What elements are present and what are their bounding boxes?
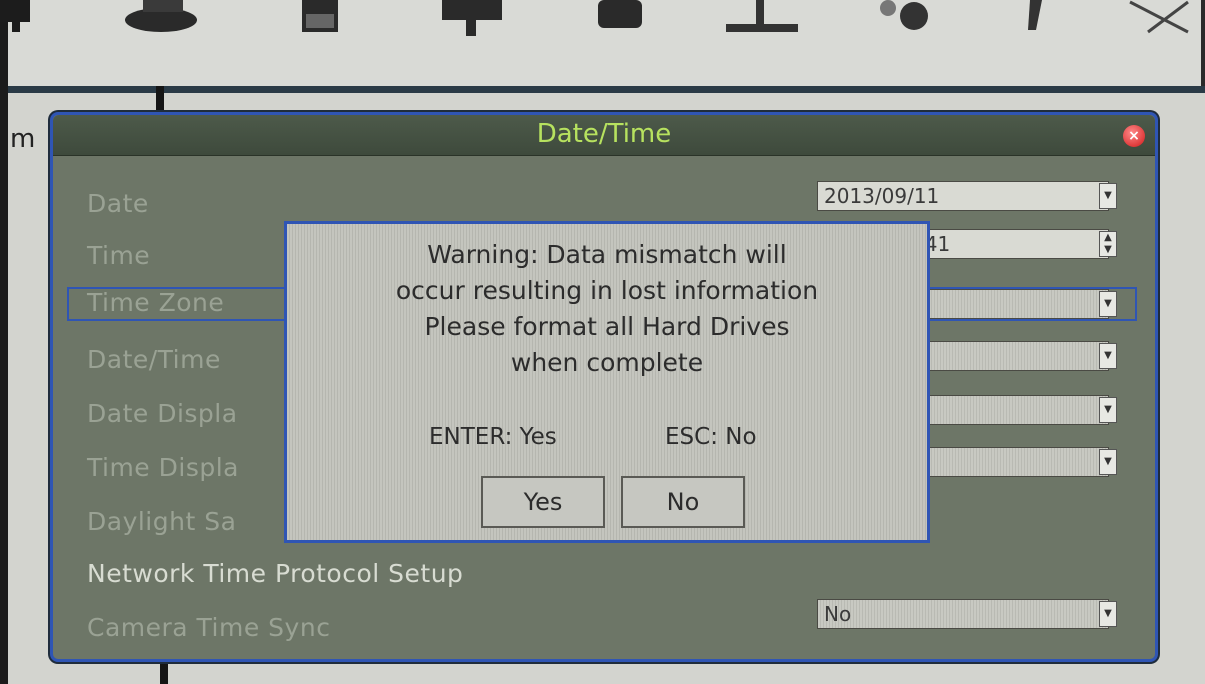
time-spinner[interactable]: ▲ ▼ (1099, 231, 1117, 257)
enter-hint: ENTER: Yes (429, 424, 557, 450)
spinner-up-icon: ▲ (1104, 232, 1112, 243)
warning-line-1: Warning: Data mismatch will (427, 240, 787, 269)
time-label: Time (87, 241, 151, 270)
chevron-down-icon: ▼ (1104, 456, 1112, 467)
chevron-down-icon: ▼ (1104, 298, 1112, 309)
side-menu-label: m (10, 124, 36, 154)
date-dropdown-button[interactable]: ▼ (1099, 183, 1117, 209)
warning-modal: Warning: Data mismatch will occur result… (284, 221, 930, 543)
spinner-down-icon: ▼ (1104, 244, 1112, 255)
devices-icon[interactable] (596, 0, 646, 40)
toolbar-divider (8, 86, 1205, 93)
time-zone-label[interactable]: Time Zone (87, 288, 224, 317)
yes-button[interactable]: Yes (481, 476, 605, 528)
chevron-down-icon: ▼ (1104, 404, 1112, 415)
warning-line-3: Please format all Hard Drives (424, 312, 790, 341)
chevron-down-icon: ▼ (1104, 350, 1112, 361)
no-button[interactable]: No (621, 476, 745, 528)
ntp-setup-link[interactable]: Network Time Protocol Setup (87, 559, 463, 588)
camera-time-sync-value: No (824, 602, 852, 626)
date-display-label[interactable]: Date Displa (87, 399, 238, 428)
gear-icon[interactable] (868, 0, 938, 40)
time-zone-dropdown-button[interactable]: ▼ (1099, 291, 1117, 317)
date-display-dropdown-button[interactable]: ▼ (1099, 397, 1117, 423)
tool-icon[interactable] (1020, 0, 1050, 40)
close-icon: × (1128, 128, 1140, 144)
daylight-saving-label[interactable]: Daylight Sa (87, 507, 236, 536)
display-icon[interactable] (438, 0, 508, 40)
antenna-icon[interactable] (1128, 0, 1205, 40)
time-display-label[interactable]: Time Displa (87, 453, 239, 482)
esc-hint: ESC: No (665, 424, 757, 450)
calendar-icon[interactable] (298, 0, 343, 40)
warning-line-2: occur resulting in lost information (395, 276, 819, 305)
chevron-down-icon: ▼ (1104, 190, 1112, 201)
camera-time-sync-select[interactable]: No (817, 599, 1109, 629)
time-display-dropdown-button[interactable]: ▼ (1099, 449, 1117, 475)
date-value: 2013/09/11 (824, 184, 940, 208)
monitor-icon[interactable] (0, 0, 40, 40)
top-toolbar (0, 0, 1201, 86)
close-button[interactable]: × (1123, 125, 1145, 147)
date-label: Date (87, 189, 149, 218)
warning-line-4: when complete (510, 348, 704, 377)
network-icon[interactable] (722, 0, 802, 40)
date-field[interactable]: 2013/09/11 (817, 181, 1109, 211)
datetime-format-dropdown-button[interactable]: ▼ (1099, 343, 1117, 369)
camera-time-sync-dropdown-button[interactable]: ▼ (1099, 601, 1117, 627)
dialog-titlebar: Date/Time × (53, 115, 1155, 156)
chevron-down-icon: ▼ (1104, 608, 1112, 619)
camera-icon[interactable] (123, 0, 203, 40)
dialog-title: Date/Time (536, 119, 672, 149)
camera-time-sync-label: Camera Time Sync (87, 613, 331, 642)
datetime-format-label[interactable]: Date/Time (87, 345, 221, 374)
